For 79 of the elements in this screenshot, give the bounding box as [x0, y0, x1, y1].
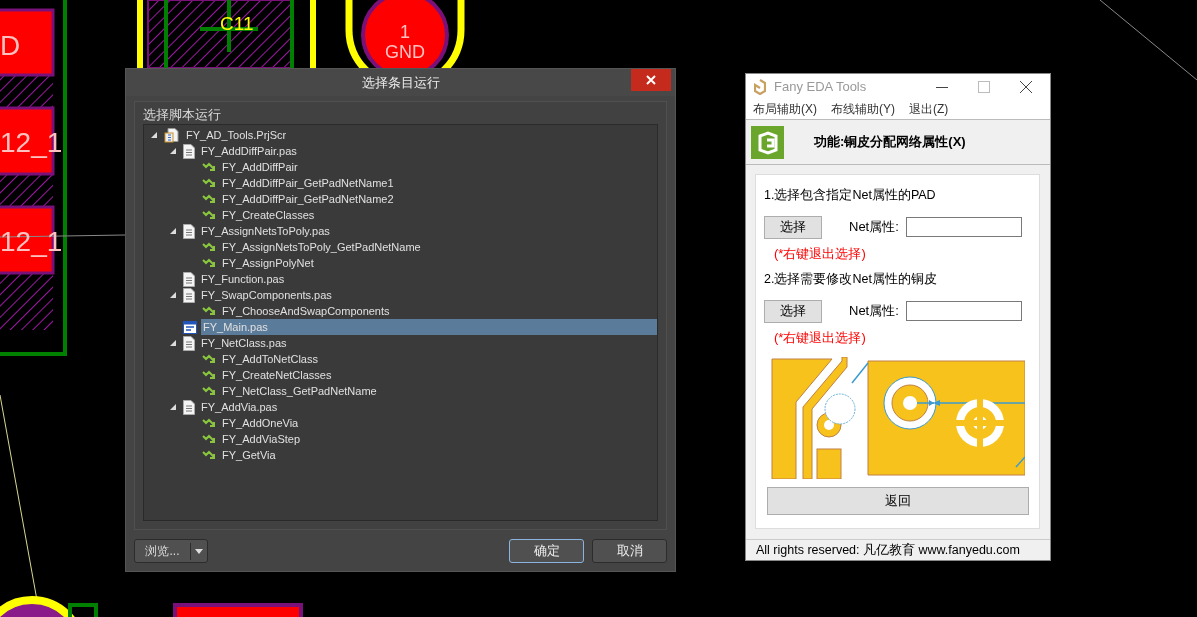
field-label: Net属性:: [849, 218, 900, 236]
procedure-icon: [202, 209, 216, 221]
tree-item[interactable]: FY_AddDiffPair_GetPadNetName1: [220, 175, 396, 191]
function-title: 功能:铜皮分配网络属性(X): [814, 133, 966, 151]
field-label: Net属性:: [849, 302, 900, 320]
tree-item[interactable]: FY_AddDiffPair.pas: [199, 143, 299, 159]
browse-button[interactable]: 浏览...: [134, 539, 208, 563]
procedure-icon: [202, 177, 216, 189]
document-icon: [183, 399, 195, 415]
expand-arrow-icon[interactable]: [150, 131, 158, 139]
expand-arrow-icon[interactable]: [169, 403, 177, 411]
document-icon: [183, 335, 195, 351]
procedure-icon: [202, 433, 216, 445]
document-icon: [183, 223, 195, 239]
tree-item[interactable]: FY_GetVia: [220, 447, 278, 463]
tree-item[interactable]: FY_AssignPolyNet: [220, 255, 316, 271]
project-file-icon: [164, 127, 180, 143]
back-button[interactable]: 返回: [767, 487, 1029, 515]
menu-item[interactable]: 退出(Z): [909, 100, 949, 118]
tree-item[interactable]: FY_AssignNetsToPoly_GetPadNetName: [220, 239, 423, 255]
procedure-icon: [202, 417, 216, 429]
expand-arrow-icon[interactable]: [169, 291, 177, 299]
tree-item[interactable]: FY_Function.pas: [199, 271, 287, 287]
expand-arrow-icon[interactable]: [169, 147, 177, 155]
document-icon: [183, 287, 195, 303]
tree-item[interactable]: FY_AddDiffPair: [220, 159, 300, 175]
tree-item[interactable]: FY_NetClass.pas: [199, 335, 289, 351]
pad-label: GND: [385, 42, 425, 62]
net-input-field[interactable]: [906, 301, 1022, 321]
dialog-title: 选择条目运行: [361, 73, 440, 92]
pad-label: D: [0, 30, 21, 61]
tree-item[interactable]: FY_AddOneVia: [220, 415, 301, 431]
step-label: 1.选择包含指定Net属性的PAD: [764, 187, 937, 204]
net-input-field[interactable]: [906, 217, 1022, 237]
tree-item[interactable]: FY_AddDiffPair_GetPadNetName2: [220, 191, 396, 207]
document-icon: [183, 271, 195, 287]
select-button[interactable]: 选择: [764, 299, 822, 323]
section-label: 选择脚本运行: [143, 106, 222, 124]
app-logo-icon: [754, 78, 766, 95]
expand-arrow-icon[interactable]: [169, 339, 177, 347]
caret-icon: [195, 548, 203, 554]
tree-item[interactable]: FY_AddToNetClass: [220, 351, 320, 367]
cancel-button[interactable]: 取消: [592, 539, 667, 563]
hint-text: (*右键退出选择): [774, 329, 867, 347]
tree-item[interactable]: FY_NetClass_GetPadNetName: [220, 383, 379, 399]
expand-arrow-icon[interactable]: [169, 227, 177, 235]
procedure-icon: [202, 193, 216, 205]
tree-item[interactable]: FY_AddVia.pas: [199, 399, 280, 415]
tree-item[interactable]: FY_AssignNetsToPoly.pas: [199, 223, 332, 239]
procedure-icon: [202, 449, 216, 461]
step-label: 2.选择需要修改Net属性的铜皮: [764, 271, 938, 288]
tool-logo-icon: [751, 125, 784, 159]
procedure-icon: [202, 161, 216, 173]
procedure-icon: [202, 369, 216, 381]
select-button[interactable]: 选择: [764, 215, 822, 239]
hint-text: (*右键退出选择): [774, 245, 867, 263]
tree-item[interactable]: FY_ChooseAndSwapComponents: [220, 303, 392, 319]
tree-item[interactable]: FY_CreateNetClasses: [220, 367, 334, 383]
pad-label: 1: [400, 22, 410, 42]
procedure-icon: [202, 385, 216, 397]
menu-item[interactable]: 布局辅助(X): [753, 100, 817, 118]
tree-item[interactable]: FY_AD_Tools.PrjScr: [184, 127, 289, 143]
procedure-icon: [202, 353, 216, 365]
document-icon: [183, 143, 195, 159]
window-title: Fany EDA Tools: [774, 79, 867, 94]
procedure-icon: [202, 257, 216, 269]
tree-item[interactable]: FY_CreateClasses: [220, 207, 317, 223]
status-text: All rights reserved: 凡亿教育 www.fanyedu.com: [756, 541, 1020, 559]
procedure-icon: [202, 241, 216, 253]
close-button[interactable]: [631, 69, 671, 91]
close-icon: [646, 75, 656, 85]
form-file-icon: [183, 320, 197, 334]
ok-button[interactable]: 确定: [509, 539, 584, 563]
close-icon[interactable]: [1020, 80, 1032, 93]
procedure-icon: [202, 305, 216, 317]
menu-item[interactable]: 布线辅助(Y): [831, 100, 895, 118]
tree-item[interactable]: FY_AddViaStep: [220, 431, 303, 447]
component-label: C11: [220, 13, 254, 34]
tree-item[interactable]: FY_SwapComponents.pas: [199, 287, 334, 303]
